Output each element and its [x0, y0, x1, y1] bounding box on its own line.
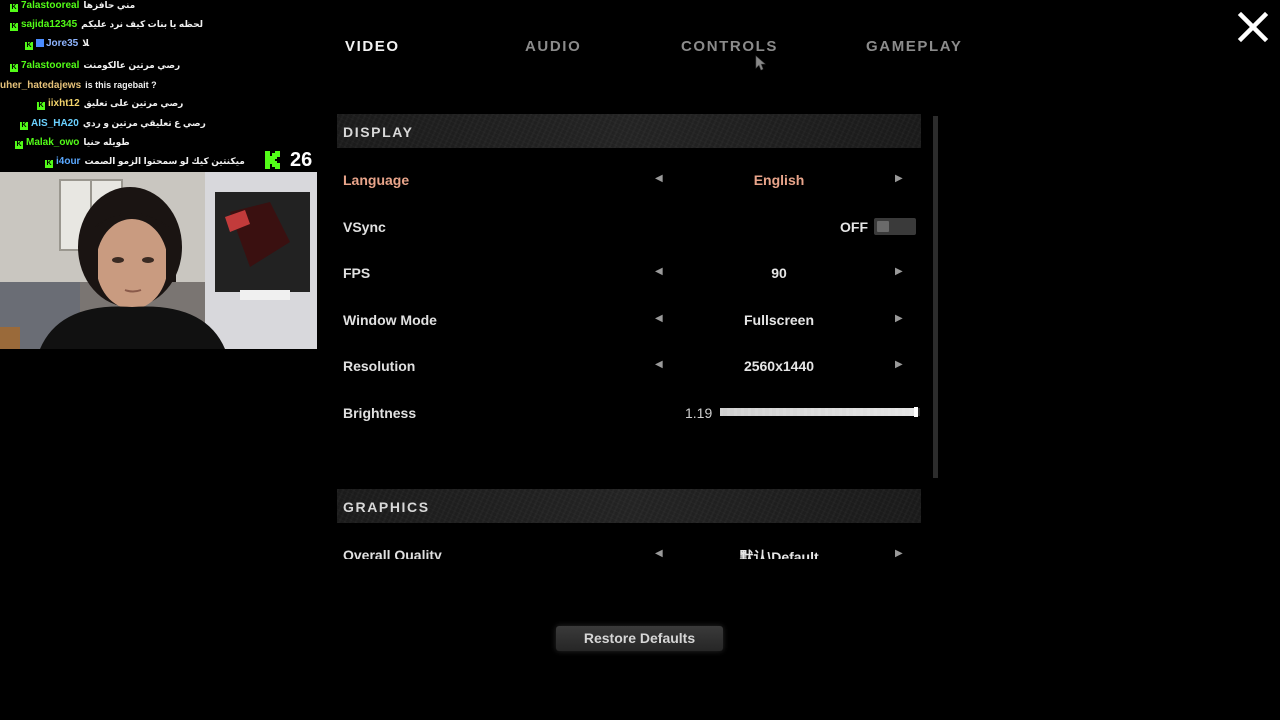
chat-text: ﻼ — [82, 38, 90, 48]
chat-username: 7alastooreal — [21, 0, 80, 11]
arrow-left-icon[interactable]: ◀ — [655, 173, 663, 184]
chat-text: رصي ع تعليقي مرتين و ردي — [82, 118, 206, 128]
tab-controls[interactable]: CONTROLS — [681, 38, 778, 55]
kick-badge-icon: K — [45, 160, 53, 168]
chat-message: K Malak_owo طويله حنيا — [15, 134, 130, 150]
game-settings-screen: VIDEO AUDIO CONTROLS GAMEPLAY DISPLAY La… — [0, 0, 1280, 720]
restore-defaults-button[interactable]: Restore Defaults — [556, 626, 723, 651]
blue-badge-icon — [36, 39, 44, 47]
chat-username: Malak_owo — [26, 137, 80, 148]
chat-message: Ksajida12345 لحظه يا بنات كيف نرد عليكم — [10, 16, 203, 32]
chat-message: K 7alastooreal مني حافزها — [10, 0, 135, 13]
setting-value: OFF — [840, 219, 868, 235]
chat-username: i4our — [56, 156, 81, 167]
chat-text: مني حافزها — [83, 0, 136, 10]
chat-message: uher_hatedajews is this ragebait ? — [0, 77, 157, 93]
arrow-right-icon[interactable]: ▶ — [895, 313, 903, 324]
setting-value: 2560x1440 — [743, 358, 815, 374]
chat-text: is this ragebait ? — [85, 80, 157, 90]
arrow-right-icon[interactable]: ▶ — [895, 359, 903, 370]
chat-text: رصي مرتين عالكومنت — [83, 60, 181, 70]
chat-message: K 7alastooreal رصي مرتين عالكومنت — [10, 57, 180, 73]
brightness-slider[interactable] — [720, 407, 920, 417]
chat-message: K AIS_HA20 رصي ع تعليقي مرتين و ردي — [20, 115, 206, 131]
chat-username: AIS_HA20 — [31, 118, 79, 129]
arrow-left-icon[interactable]: ◀ — [655, 359, 663, 370]
setting-vsync[interactable]: VSync OFF — [337, 212, 921, 242]
chat-username: sajida12345 — [21, 19, 78, 30]
setting-window-mode[interactable]: Window Mode ◀ Fullscreen ▶ — [337, 305, 921, 335]
tab-video[interactable]: VIDEO — [345, 38, 400, 55]
slider-fill — [720, 408, 916, 416]
setting-language[interactable]: Language ◀ English ▶ — [337, 165, 921, 195]
kick-badge-icon: K — [15, 141, 23, 149]
section-title: GRAPHICS — [343, 499, 430, 515]
arrow-right-icon[interactable]: ▶ — [895, 266, 903, 277]
setting-overall-quality[interactable]: Overall Quality ◀ 默认\Default ▶ — [337, 540, 921, 559]
close-x-icon[interactable] — [1236, 10, 1270, 44]
vsync-toggle[interactable] — [874, 218, 916, 235]
brightness-value: 1.19 — [685, 405, 713, 421]
settings-scrollbar[interactable] — [933, 116, 938, 478]
setting-value: Fullscreen — [743, 312, 815, 328]
section-title: DISPLAY — [343, 124, 414, 140]
setting-label: Overall Quality — [343, 547, 442, 559]
kick-badge-icon: K — [20, 122, 28, 130]
setting-label: Brightness — [343, 405, 417, 421]
section-header-display: DISPLAY — [337, 114, 921, 148]
mouse-cursor-icon — [755, 55, 766, 71]
chat-message: Ki4our ميكنتين كيك لو سمحتوا الزمو الصمت — [45, 153, 245, 169]
setting-value: 默认\Default — [739, 549, 819, 559]
arrow-left-icon[interactable]: ◀ — [655, 548, 663, 559]
arrow-right-icon[interactable]: ▶ — [895, 548, 903, 559]
section-header-graphics: GRAPHICS — [337, 489, 921, 523]
setting-label: Resolution — [343, 358, 416, 374]
kick-badge-icon: K — [10, 23, 18, 31]
kick-badge-icon: K — [25, 42, 33, 50]
chat-text: لحظه يا بنات كيف نرد عليكم — [81, 19, 204, 29]
chat-username: 7alastooreal — [21, 60, 80, 71]
kick-logo-icon — [265, 151, 280, 169]
chat-message: Kiixht12 رصي مرتين على تعليق — [37, 95, 183, 111]
tab-gameplay[interactable]: GAMEPLAY — [866, 38, 962, 55]
arrow-left-icon[interactable]: ◀ — [655, 313, 663, 324]
settings-panel: DISPLAY Language ◀ English ▶ VSync OFF F… — [337, 112, 941, 559]
webcam-feed — [0, 172, 317, 349]
stream-chat-overlay: K 7alastooreal مني حافزها Ksajida12345 لحظه… — [0, 0, 320, 172]
kick-badge-icon: K — [10, 4, 18, 12]
chat-text: ميكنتين كيك لو سمحتوا الزمو الصمت — [84, 156, 245, 166]
viewer-count: 26 — [290, 149, 313, 171]
tab-audio[interactable]: AUDIO — [525, 38, 581, 55]
chat-username: uher_hatedajews — [0, 80, 82, 91]
chat-text: طويله حنيا — [83, 137, 130, 147]
setting-label: VSync — [343, 219, 386, 235]
setting-label: Window Mode — [343, 312, 437, 328]
setting-resolution[interactable]: Resolution ◀ 2560x1440 ▶ — [337, 351, 921, 381]
chat-username: iixht12 — [48, 98, 80, 109]
slider-handle[interactable] — [914, 407, 918, 417]
setting-brightness[interactable]: Brightness 1.19 — [337, 398, 921, 428]
arrow-left-icon[interactable]: ◀ — [655, 266, 663, 277]
chat-message: K Jore35 ﻼ — [25, 35, 89, 51]
setting-label: FPS — [343, 265, 371, 281]
chat-text: رصي مرتين على تعليق — [83, 98, 184, 108]
setting-fps[interactable]: FPS ◀ 90 ▶ — [337, 258, 921, 288]
chat-username: Jore35 — [46, 38, 79, 49]
arrow-right-icon[interactable]: ▶ — [895, 173, 903, 184]
kick-badge-icon: K — [37, 102, 45, 110]
kick-badge-icon: K — [10, 64, 18, 72]
toggle-knob — [877, 221, 889, 232]
setting-value: 90 — [771, 265, 787, 281]
setting-label: Language — [343, 172, 410, 188]
setting-value: English — [753, 172, 805, 188]
